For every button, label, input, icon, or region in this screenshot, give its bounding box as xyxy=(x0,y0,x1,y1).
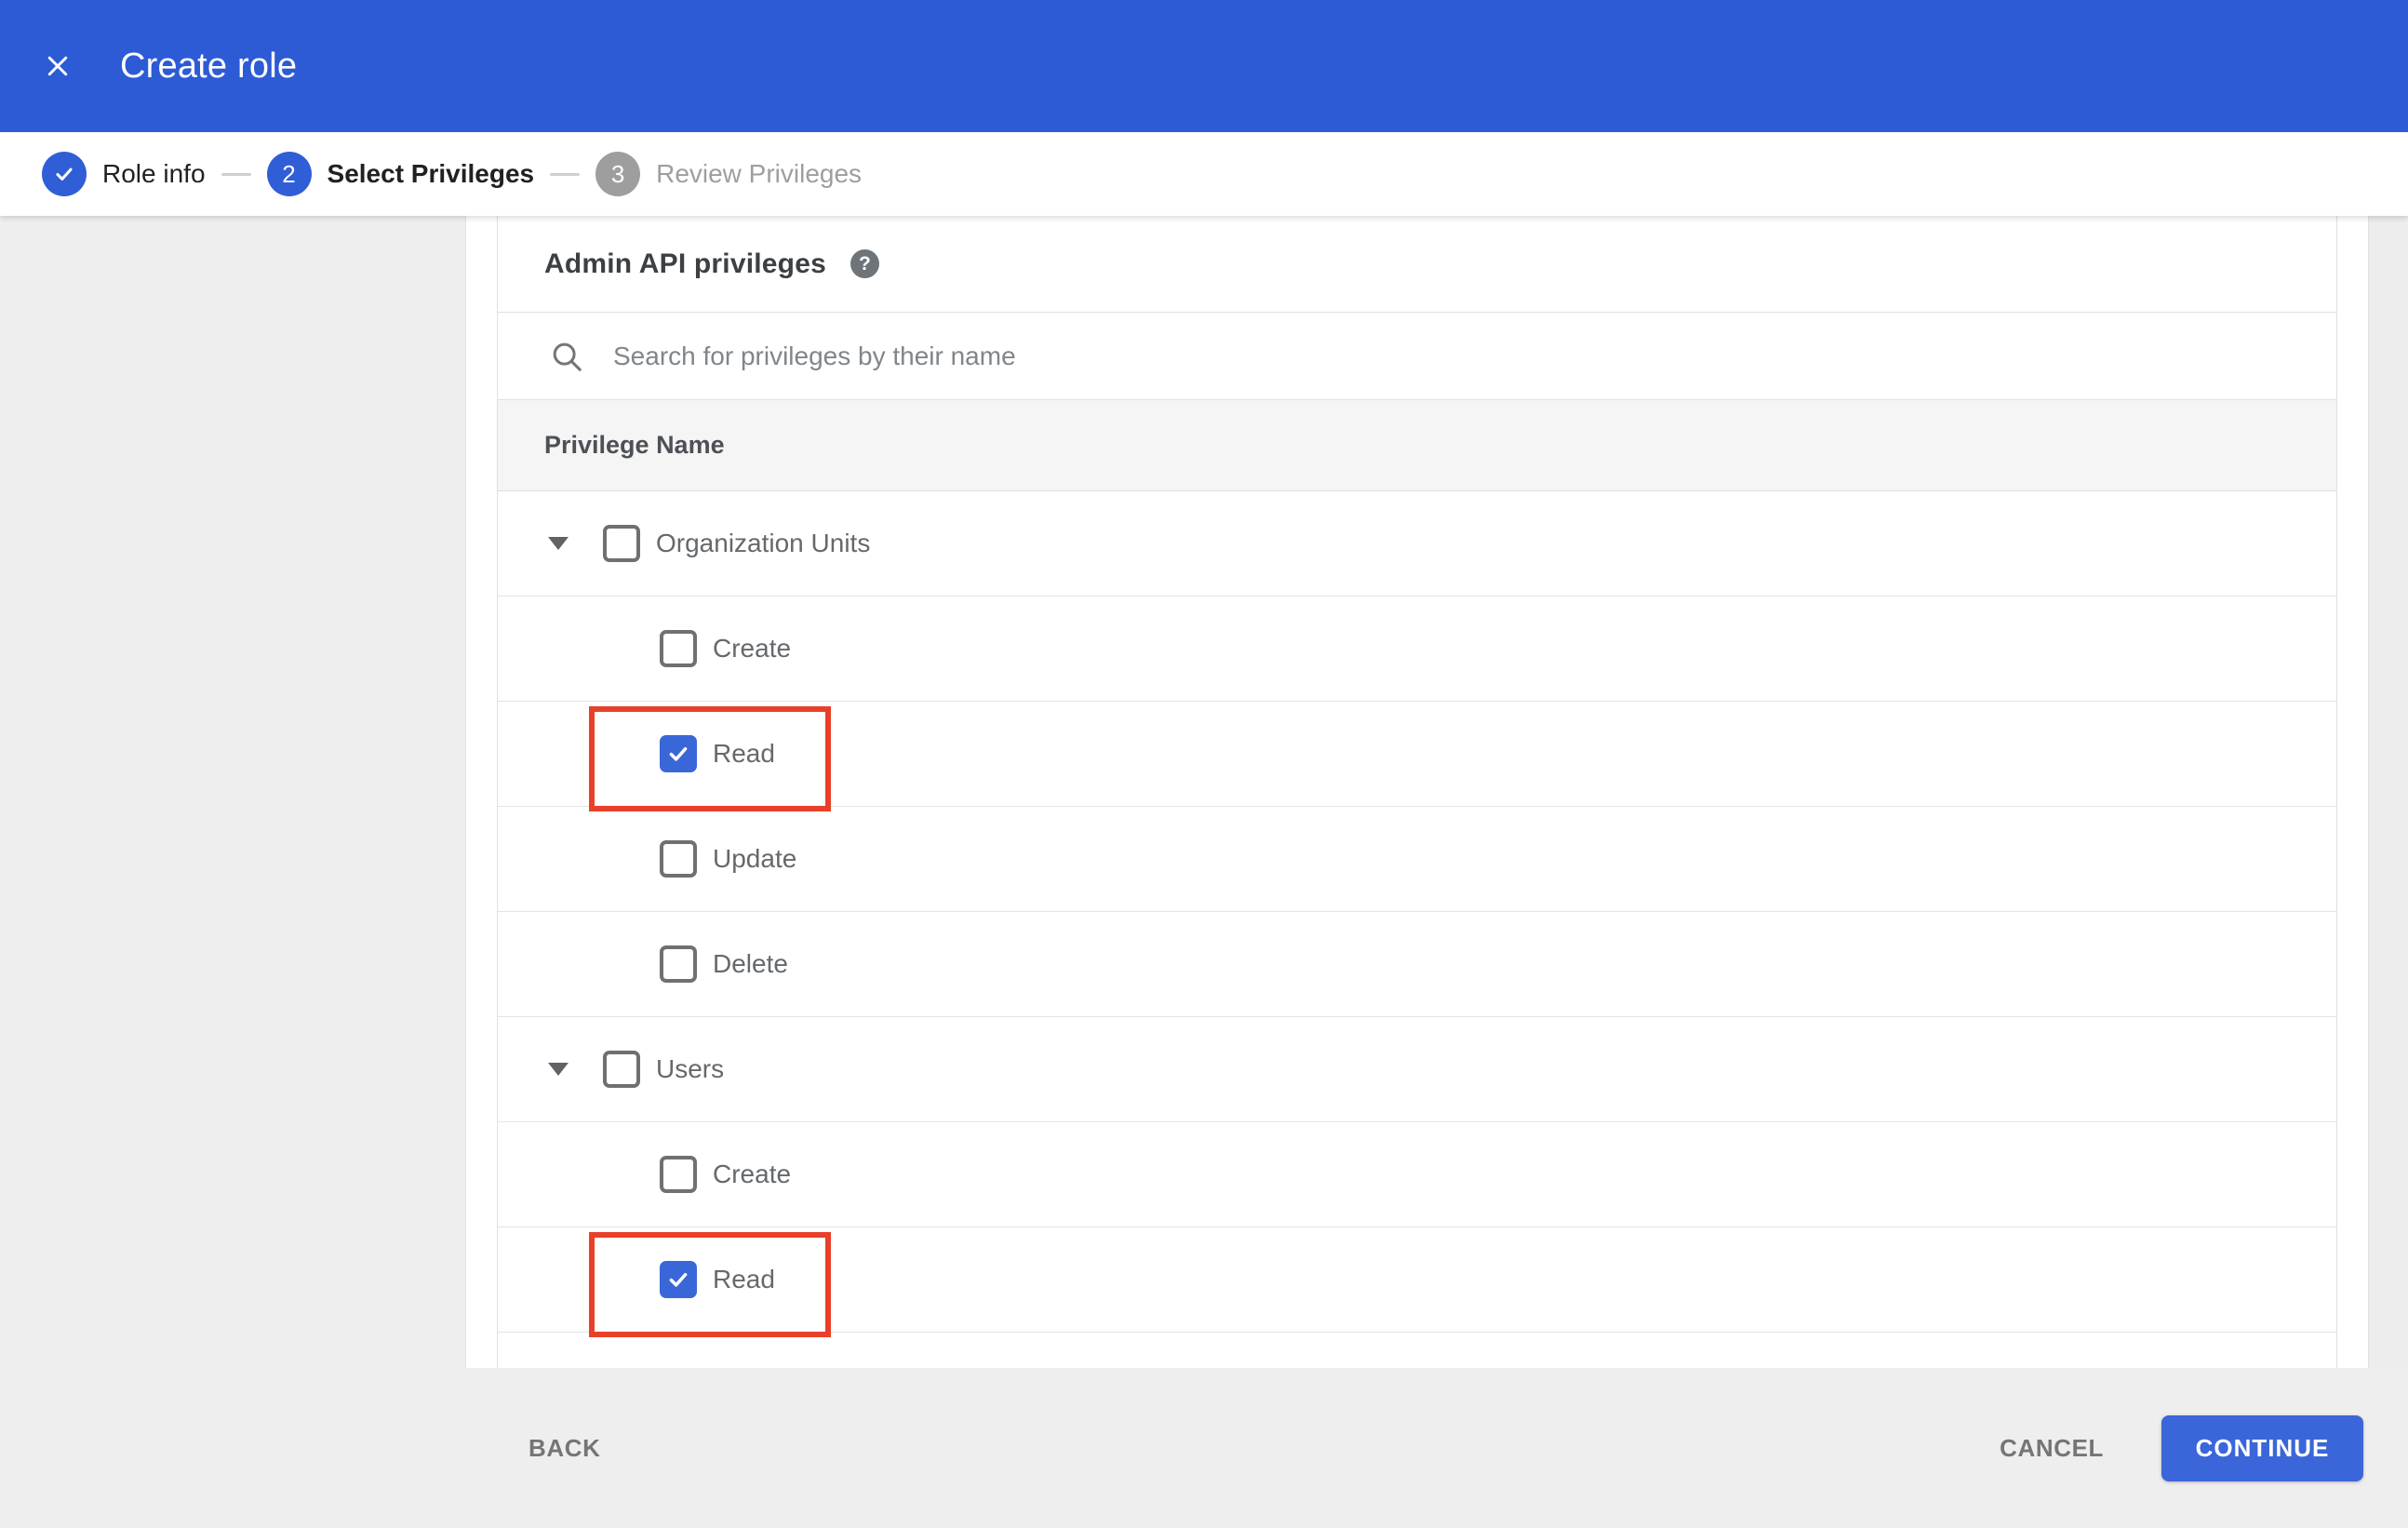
back-button[interactable]: BACK xyxy=(523,1433,607,1464)
privilege-row: Delete xyxy=(498,912,2336,1017)
privilege-row: Create xyxy=(498,1122,2336,1227)
search-input[interactable] xyxy=(611,340,2336,372)
step-connector xyxy=(550,172,581,176)
search-icon xyxy=(553,342,582,371)
stepper: Role info 2 Select Privileges 3 Review P… xyxy=(0,132,2408,216)
org-units-create-checkbox[interactable] xyxy=(660,630,697,667)
collapse-arrow-icon[interactable] xyxy=(548,537,569,550)
table-header-row: Privilege Name xyxy=(498,400,2336,491)
panel-title: Admin API privileges xyxy=(544,248,826,279)
privilege-label: Users xyxy=(656,1054,725,1083)
step-role-info[interactable]: Role info xyxy=(42,152,206,196)
privilege-label: Read xyxy=(713,1265,775,1293)
step-3-circle: 3 xyxy=(595,152,641,196)
close-button[interactable] xyxy=(42,50,74,82)
users-read-checkbox[interactable] xyxy=(660,1261,697,1298)
organization-units-checkbox[interactable] xyxy=(603,525,640,562)
highlight-box xyxy=(589,1232,831,1337)
step-3-label: Review Privileges xyxy=(656,159,863,188)
dialog-title: Create role xyxy=(120,46,298,86)
privilege-label: Create xyxy=(713,634,792,663)
org-units-delete-checkbox[interactable] xyxy=(660,945,697,983)
scrollbar-track[interactable] xyxy=(2368,216,2408,1368)
close-icon xyxy=(47,56,68,76)
users-checkbox[interactable] xyxy=(603,1051,640,1088)
privilege-row: Create xyxy=(498,596,2336,702)
users-create-checkbox[interactable] xyxy=(660,1156,697,1193)
privileges-table: Admin API privileges ? Privilege Name Or… xyxy=(497,216,2337,1368)
footer-bar: BACK CANCEL CONTINUE xyxy=(0,1368,2408,1528)
step-review-privileges[interactable]: 3 Review Privileges xyxy=(595,152,862,196)
privilege-label: Update xyxy=(713,844,797,873)
step-1-label: Role info xyxy=(102,159,206,188)
check-icon xyxy=(56,168,73,181)
privilege-name-header: Privilege Name xyxy=(544,431,725,459)
search-row xyxy=(498,313,2336,400)
privilege-row xyxy=(498,1333,2336,1368)
privilege-group-row: Organization Units xyxy=(498,491,2336,596)
privilege-row: Read xyxy=(498,702,2336,811)
org-units-update-checkbox[interactable] xyxy=(660,840,697,878)
step-select-privileges[interactable]: 2 Select Privileges xyxy=(266,152,535,196)
privileges-card: Admin API privileges ? Privilege Name Or… xyxy=(465,216,2368,1368)
collapse-arrow-icon[interactable] xyxy=(548,1063,569,1076)
step-connector xyxy=(221,172,251,176)
privilege-label: Create xyxy=(713,1159,792,1188)
highlight-box xyxy=(589,706,831,811)
step-1-circle xyxy=(42,152,87,196)
org-units-read-checkbox[interactable] xyxy=(660,735,697,772)
privilege-row: Read xyxy=(498,1227,2336,1337)
panel-title-row: Admin API privileges ? xyxy=(498,216,2336,313)
privilege-label: Organization Units xyxy=(656,529,871,557)
help-icon[interactable]: ? xyxy=(849,249,879,278)
privilege-row: Update xyxy=(498,807,2336,912)
app-bar: Create role xyxy=(0,0,2408,132)
cancel-button[interactable]: CANCEL xyxy=(1994,1433,2109,1464)
privilege-label: Delete xyxy=(713,949,788,978)
continue-button[interactable]: CONTINUE xyxy=(2161,1414,2363,1481)
check-icon xyxy=(669,747,688,761)
check-icon xyxy=(669,1273,688,1287)
step-2-circle: 2 xyxy=(266,152,312,196)
privilege-group-row: Users xyxy=(498,1017,2336,1122)
privilege-label: Read xyxy=(713,739,775,768)
step-2-label: Select Privileges xyxy=(327,159,535,188)
